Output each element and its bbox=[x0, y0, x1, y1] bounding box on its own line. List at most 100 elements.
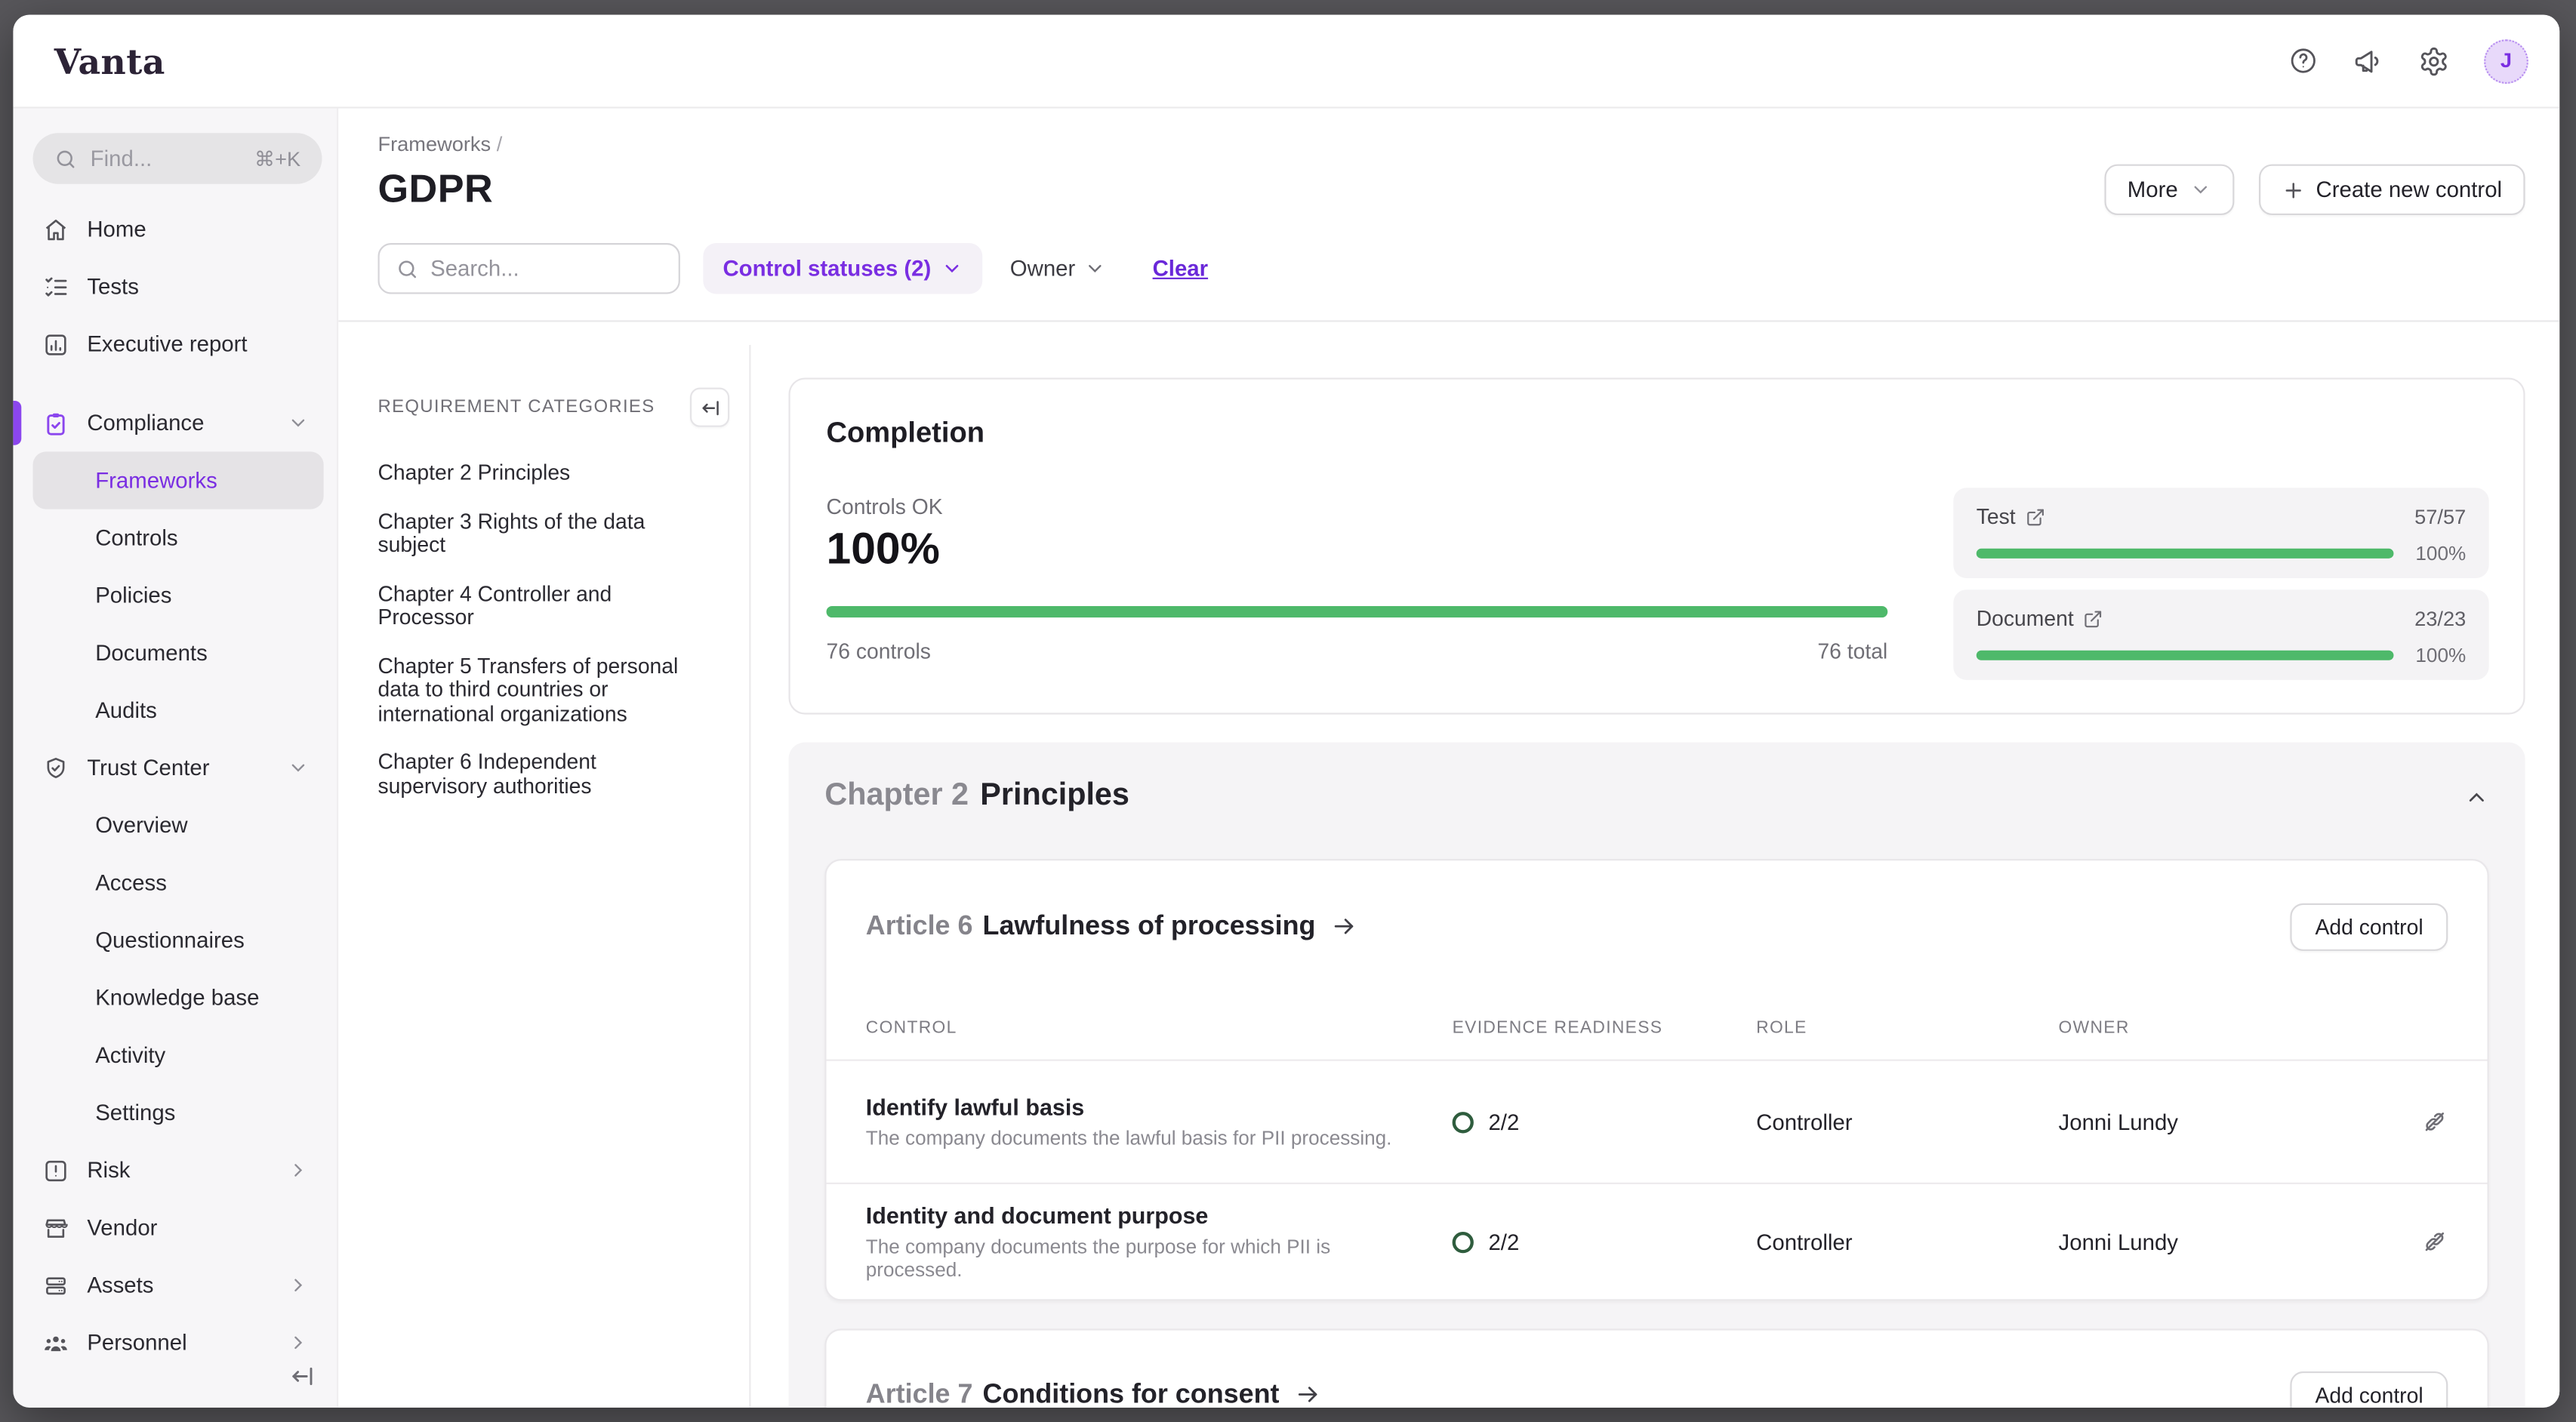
main-area: Frameworks / GDPR More Create new contro… bbox=[338, 109, 2559, 1408]
completion-progress-bar bbox=[827, 606, 1888, 617]
owner-filter[interactable]: Owner bbox=[1005, 256, 1110, 281]
column-control: CONTROL bbox=[866, 1018, 1453, 1038]
plus-icon bbox=[2282, 178, 2304, 201]
chevron-right-icon bbox=[288, 1159, 309, 1180]
chapter-prefix: Chapter 2 bbox=[824, 778, 969, 814]
article-prefix: Article 7 bbox=[866, 1379, 973, 1408]
panel-collapse-button[interactable] bbox=[690, 388, 729, 427]
sidebar-item-controls[interactable]: Controls bbox=[33, 509, 324, 567]
sidebar-item-trust-center[interactable]: Trust Center bbox=[33, 739, 324, 796]
chevron-down-icon bbox=[288, 757, 309, 778]
test-count: 57/57 bbox=[2414, 505, 2466, 528]
role-value: Controller bbox=[1756, 1230, 2058, 1254]
create-new-control-button[interactable]: Create new control bbox=[2258, 165, 2525, 215]
column-role: ROLE bbox=[1756, 1018, 2058, 1038]
evidence-ring-icon bbox=[1453, 1231, 1474, 1252]
controls-search-input[interactable]: Search... bbox=[377, 243, 679, 294]
sidebar-item-tests[interactable]: Tests bbox=[33, 258, 324, 315]
home-icon bbox=[43, 216, 69, 242]
sidebar-item-documents[interactable]: Documents bbox=[33, 624, 324, 682]
server-icon bbox=[43, 1272, 69, 1298]
category-chapter-6[interactable]: Chapter 6 Independent supervisory author… bbox=[377, 750, 706, 798]
evidence-count: 2/2 bbox=[1488, 1230, 1519, 1254]
article-7-card: Article 7 Conditions for consent Add con… bbox=[824, 1328, 2488, 1407]
category-chapter-3[interactable]: Chapter 3 Rights of the data subject bbox=[377, 510, 706, 558]
sidebar-item-overview[interactable]: Overview bbox=[33, 796, 324, 854]
add-control-button[interactable]: Add control bbox=[2291, 903, 2448, 950]
sidebar-item-vendor[interactable]: Vendor bbox=[33, 1199, 324, 1256]
search-icon bbox=[54, 147, 77, 170]
app-window: Vanta J Find... ⌘+K Home bbox=[13, 15, 2559, 1408]
filter-toolbar: Search... Control statuses (2) Owner Cle… bbox=[377, 243, 2559, 294]
top-bar: Vanta J bbox=[13, 15, 2559, 109]
sidebar-item-frameworks[interactable]: Frameworks bbox=[33, 451, 324, 509]
chevron-right-icon bbox=[288, 1332, 309, 1353]
sidebar-item-audits[interactable]: Audits bbox=[33, 682, 324, 739]
unlink-icon[interactable] bbox=[2417, 1229, 2448, 1255]
sidebar-item-risk[interactable]: Risk bbox=[33, 1141, 324, 1199]
sidebar-item-home[interactable]: Home bbox=[33, 200, 324, 257]
test-percent: 100% bbox=[2410, 542, 2466, 565]
article-title[interactable]: Lawfulness of processing bbox=[983, 911, 1316, 942]
completion-title: Completion bbox=[827, 416, 2488, 451]
sidebar-item-questionnaires[interactable]: Questionnaires bbox=[33, 912, 324, 969]
owner-value: Jonni Lundy bbox=[2059, 1110, 2417, 1134]
document-label: Document bbox=[1977, 606, 2074, 631]
document-progress-card: Document 23/23 100% bbox=[1953, 589, 2488, 680]
external-link-icon[interactable] bbox=[2084, 608, 2103, 628]
people-icon bbox=[43, 1329, 69, 1356]
chevron-right-icon bbox=[288, 1275, 309, 1296]
category-chapter-2[interactable]: Chapter 2 Principles bbox=[377, 461, 706, 485]
more-button[interactable]: More bbox=[2104, 165, 2233, 215]
help-icon[interactable] bbox=[2288, 46, 2318, 75]
categories-header: REQUIREMENT CATEGORIES bbox=[377, 398, 655, 417]
table-row[interactable]: Identity and document purpose The compan… bbox=[827, 1184, 2488, 1299]
clear-filters-link[interactable]: Clear bbox=[1153, 256, 1209, 281]
chapter-title: Principles bbox=[980, 778, 1129, 814]
external-link-icon[interactable] bbox=[2026, 506, 2045, 526]
vanta-logo: Vanta bbox=[54, 40, 165, 81]
category-chapter-4[interactable]: Chapter 4 Controller and Processor bbox=[377, 582, 706, 629]
article-prefix: Article 6 bbox=[866, 911, 973, 942]
table-row[interactable]: Identify lawful basis The company docume… bbox=[827, 1061, 2488, 1184]
sidebar-item-assets[interactable]: Assets bbox=[33, 1257, 324, 1314]
category-chapter-5[interactable]: Chapter 5 Transfers of personal data to … bbox=[377, 654, 706, 726]
arrow-right-icon[interactable] bbox=[1294, 1381, 1320, 1408]
content-scroll-area: Completion Controls OK 100% 76 controls … bbox=[750, 345, 2559, 1408]
stage: Vanta J Find... ⌘+K Home bbox=[0, 0, 2576, 1422]
search-icon bbox=[396, 257, 418, 280]
breadcrumb: Frameworks / bbox=[377, 133, 2525, 155]
settings-gear-icon[interactable] bbox=[2418, 45, 2449, 76]
document-percent: 100% bbox=[2410, 644, 2466, 666]
breadcrumb-frameworks[interactable]: Frameworks bbox=[377, 133, 491, 155]
chevron-up-icon[interactable] bbox=[2464, 784, 2489, 809]
sidebar-item-activity[interactable]: Activity bbox=[33, 1026, 324, 1084]
sidebar-collapse-icon[interactable] bbox=[289, 1363, 316, 1390]
page-title: GDPR bbox=[377, 167, 493, 213]
control-statuses-filter[interactable]: Control statuses (2) bbox=[703, 243, 981, 294]
controls-table-header: CONTROL EVIDENCE READINESS ROLE OWNER bbox=[827, 956, 2488, 1060]
test-label: Test bbox=[1977, 504, 2016, 529]
sidebar-item-policies[interactable]: Policies bbox=[33, 567, 324, 624]
sidebar-item-executive-report[interactable]: Executive report bbox=[33, 315, 324, 373]
chevron-down-icon bbox=[2189, 179, 2211, 200]
sidebar-item-personnel[interactable]: Personnel bbox=[33, 1314, 324, 1371]
unlink-icon[interactable] bbox=[2417, 1109, 2448, 1135]
evidence-ring-icon bbox=[1453, 1111, 1474, 1132]
control-name[interactable]: Identity and document purpose bbox=[866, 1202, 1453, 1228]
page-header: Frameworks / GDPR More Create new contro… bbox=[338, 109, 2559, 215]
column-evidence-readiness: EVIDENCE READINESS bbox=[1453, 1018, 1757, 1038]
global-search-input[interactable]: Find... ⌘+K bbox=[33, 133, 322, 183]
active-section-indicator bbox=[13, 401, 21, 445]
announcements-icon[interactable] bbox=[2353, 45, 2383, 76]
shortcut-hint: ⌘+K bbox=[254, 146, 300, 171]
sidebar-item-access[interactable]: Access bbox=[33, 854, 324, 912]
add-control-button[interactable]: Add control bbox=[2291, 1371, 2448, 1408]
sidebar-item-knowledge-base[interactable]: Knowledge base bbox=[33, 969, 324, 1026]
sidebar-item-compliance[interactable]: Compliance bbox=[33, 394, 324, 451]
article-title[interactable]: Conditions for consent bbox=[983, 1379, 1280, 1408]
arrow-right-icon[interactable] bbox=[1330, 913, 1357, 940]
control-name[interactable]: Identify lawful basis bbox=[866, 1094, 1453, 1120]
user-avatar[interactable]: J bbox=[2484, 38, 2528, 83]
sidebar-item-settings[interactable]: Settings bbox=[33, 1084, 324, 1141]
